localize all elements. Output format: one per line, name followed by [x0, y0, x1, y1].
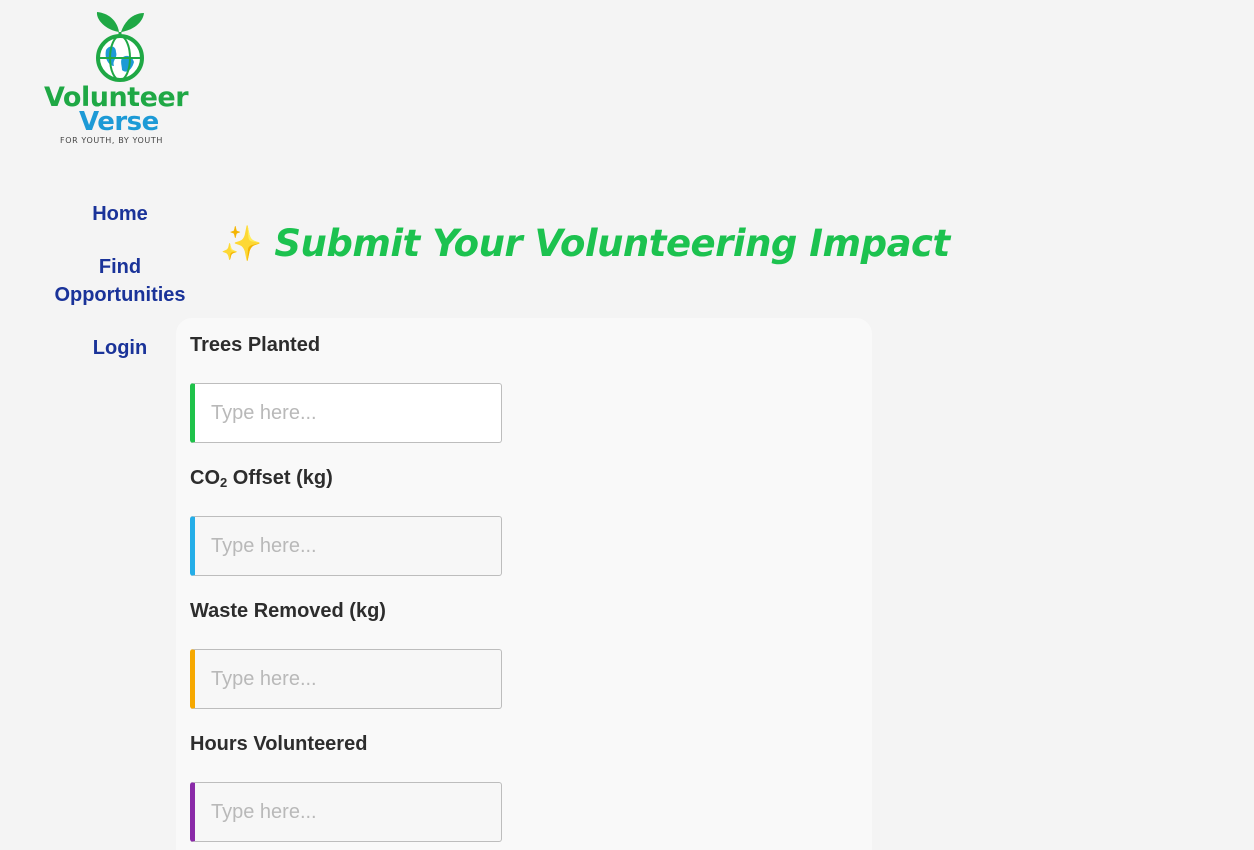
co2-offset-input[interactable] — [190, 516, 502, 576]
hours-volunteered-label: Hours Volunteered — [190, 733, 368, 755]
co2-label-prefix: CO — [190, 467, 220, 489]
logo-tagline: FOR YOUTH, BY YOUTH — [60, 136, 163, 145]
co2-label-suffix: Offset (kg) — [227, 467, 333, 489]
trees-planted-label: Trees Planted — [190, 334, 321, 356]
logo-name-line2: Verse — [79, 107, 159, 137]
sparkles-icon: ✨ — [220, 224, 263, 263]
nav-find-opportunities-link[interactable]: Find Opportunities — [40, 253, 200, 309]
co2-offset-label: CO2 Offset (kg) — [190, 467, 333, 490]
hours-volunteered-input[interactable] — [190, 782, 502, 842]
page-title-text: Submit Your Volunteering Impact — [274, 222, 950, 265]
waste-removed-input[interactable] — [190, 649, 502, 709]
globe-sprout-icon — [96, 12, 144, 82]
trees-planted-input[interactable] — [190, 383, 502, 443]
page-title: ✨ Submit Your Volunteering Impact — [220, 222, 950, 265]
page: Volunteer Verse FOR YOUTH, BY YOUTH Home… — [0, 0, 1254, 850]
waste-removed-label: Waste Removed (kg) — [190, 600, 386, 622]
volunteerverse-logo[interactable]: Volunteer Verse FOR YOUTH, BY YOUTH — [40, 10, 200, 150]
nav-home-link[interactable]: Home — [40, 200, 200, 228]
